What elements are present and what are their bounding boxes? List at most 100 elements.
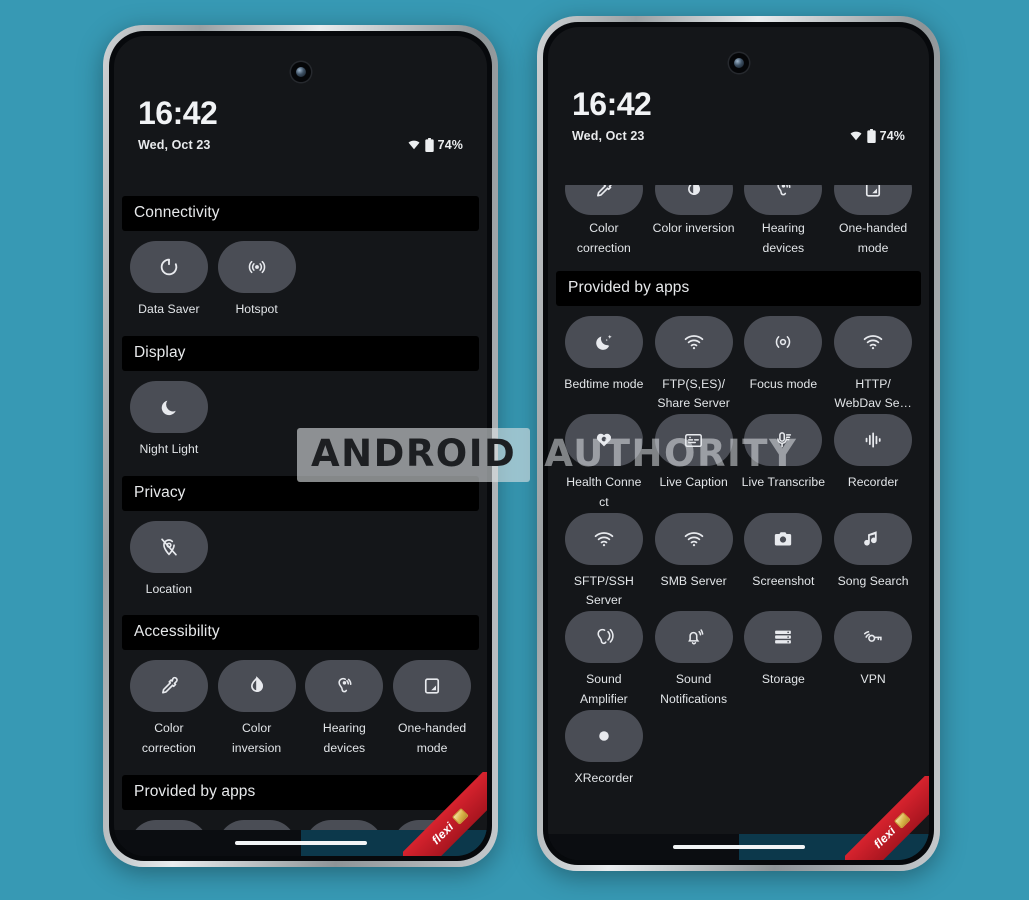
tile-sound-amplifier[interactable]: Sound Amplifier (562, 611, 646, 710)
battery-icon (866, 129, 876, 143)
tile-button[interactable] (129, 380, 208, 433)
tile-button[interactable] (217, 819, 296, 830)
front-camera-icon (728, 53, 749, 73)
tile-hotspot[interactable]: Hotspot (216, 241, 298, 320)
tile-button[interactable] (654, 185, 733, 215)
phone-left: 16:42 Wed, Oct 23 74% Connectivity Data S… (103, 25, 498, 867)
contrast-icon (683, 185, 705, 200)
tile-label: One-handed mode (838, 221, 908, 255)
quick-settings-pane-left[interactable]: Connectivity Data Saver Hotspot Display Nigh… (114, 196, 487, 830)
status-icons: 74% (849, 129, 905, 143)
tile-label: Color correction (141, 721, 196, 756)
tile-http-webdav-se[interactable]: HTTP/ WebDav Se… (831, 315, 915, 415)
tile-button[interactable] (654, 512, 733, 565)
tile-button[interactable] (834, 185, 913, 215)
tile-one-handed-mode[interactable]: One-handed mode (391, 660, 473, 759)
tile-button[interactable] (564, 709, 643, 762)
tile-button[interactable] (654, 611, 733, 664)
battery-percent: 74% (437, 138, 463, 152)
hotspot-icon (246, 256, 268, 278)
tile-button[interactable] (564, 414, 643, 467)
tile-location[interactable]: Location (128, 520, 210, 600)
tile-button[interactable] (217, 660, 296, 713)
tile-button[interactable] (393, 819, 472, 830)
tile-button[interactable] (744, 512, 823, 565)
tile-button[interactable] (834, 414, 913, 467)
tile-unlabeled-1[interactable] (216, 819, 298, 830)
tile-ftp-s-es-share-server[interactable]: FTP(S,ES)/ Share Server (652, 315, 736, 415)
clock-date: Wed, Oct 23 (572, 129, 645, 143)
tile-button[interactable] (129, 241, 208, 293)
tile-button[interactable] (129, 660, 208, 713)
tile-smb-server[interactable]: SMB Server (652, 512, 736, 612)
tile-color-correction[interactable]: Color correction (128, 660, 210, 759)
vpn-key-icon (862, 626, 884, 648)
tile-night-light[interactable]: Night Light (128, 380, 210, 460)
tile-button[interactable] (834, 315, 913, 368)
tile-button[interactable] (129, 819, 208, 830)
tile-button[interactable] (744, 414, 823, 467)
tile-sound-notifications[interactable]: Sound Notifications (652, 611, 736, 710)
tile-vpn[interactable]: VPN (831, 611, 915, 710)
eyedropper-icon (158, 675, 180, 697)
quick-settings-pane-right[interactable]: Color correction Color inversion Hearing d… (548, 185, 929, 834)
tile-color-inversion[interactable] (652, 185, 736, 215)
tile-song-search[interactable]: Song Search (831, 512, 915, 612)
gesture-pill[interactable] (234, 841, 367, 845)
tile-button[interactable] (834, 611, 913, 664)
tile-label: Sound Notifications (660, 672, 728, 706)
tile-hearing-devices[interactable]: Hearing devices (304, 660, 386, 759)
tile-unlabeled-2[interactable] (304, 819, 386, 830)
tile-button[interactable] (654, 315, 733, 368)
tile-sftp-ssh-server[interactable]: SFTP/SSH Server (562, 512, 646, 612)
tile-color-inversion[interactable]: Color inversion (216, 660, 298, 759)
tile-button[interactable] (654, 414, 733, 467)
tile-label: Color inversion (232, 721, 282, 756)
tile-button[interactable] (305, 819, 384, 830)
tile-button[interactable] (744, 611, 823, 664)
camera-icon (772, 528, 794, 550)
tile-xrecorder[interactable]: XRecorder (562, 709, 646, 789)
clock-row: Wed, Oct 23 74% (572, 120, 905, 143)
tile-label: Live Caption (659, 475, 728, 490)
bedtime-icon (593, 331, 615, 353)
tile-bedtime-mode[interactable]: Bedtime mode (562, 315, 646, 415)
tile-label: Song Search (837, 573, 909, 588)
tile-live-transcribe[interactable]: Live Transcribe (742, 414, 826, 513)
tile-button[interactable] (564, 512, 643, 565)
tile-focus-mode[interactable]: Focus mode (742, 315, 826, 415)
navigation-bar (114, 830, 487, 856)
tile-button[interactable] (217, 241, 296, 293)
tile-button[interactable] (305, 660, 384, 713)
tile-button[interactable] (564, 185, 643, 215)
wifi-icon (862, 331, 884, 353)
phone-right-bezel: 16:42 Wed, Oct 23 74% Color correction Co… (543, 22, 934, 865)
tile-unlabeled-0[interactable] (128, 819, 210, 830)
tile-recorder[interactable]: Recorder (831, 414, 915, 513)
tile-button[interactable] (744, 185, 823, 215)
tile-label: Color correction (576, 221, 631, 255)
tile-button[interactable] (564, 315, 643, 368)
data-saver-icon (158, 256, 180, 278)
tile-button[interactable] (744, 315, 823, 368)
tile-live-caption[interactable]: Live Caption (652, 414, 736, 513)
tile-button[interactable] (129, 520, 208, 573)
tile-screenshot[interactable]: Screenshot (742, 512, 826, 612)
tile-health-conne-ct[interactable]: Health Conne ct (562, 414, 646, 513)
section-header-connectivity: Connectivity (122, 196, 479, 231)
tile-color-correction[interactable] (562, 185, 646, 215)
tile-one-handed-mode[interactable] (831, 185, 915, 215)
gesture-pill[interactable] (672, 845, 805, 849)
tile-unlabeled-3[interactable] (391, 819, 473, 830)
tile-hearing-devices[interactable] (742, 185, 826, 215)
tile-data-saver[interactable]: Data Saver (128, 241, 210, 320)
clipped-tile-row[interactable] (548, 185, 929, 215)
tile-label: Color inversion (652, 221, 735, 235)
tile-button[interactable] (564, 611, 643, 664)
tile-label-cell: One-handed mode (831, 215, 915, 259)
wifi-icon (683, 528, 705, 550)
tile-storage[interactable]: Storage (742, 611, 826, 710)
tile-button[interactable] (834, 512, 913, 565)
tile-button[interactable] (393, 660, 472, 713)
